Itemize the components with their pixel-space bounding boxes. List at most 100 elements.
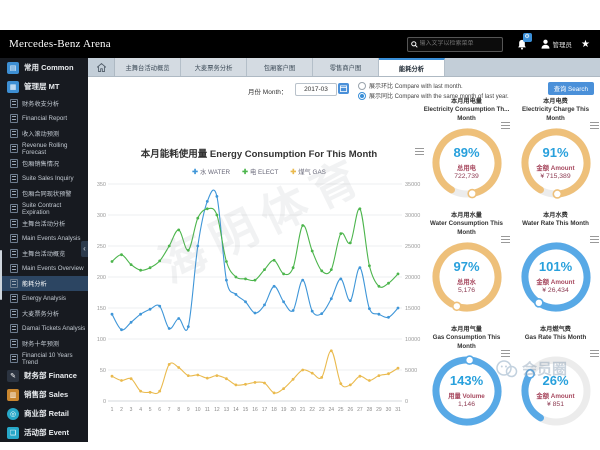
svg-text:200: 200 xyxy=(97,275,106,281)
svg-text:11: 11 xyxy=(205,407,210,413)
sidebar-item-Suite Sales Inquiry[interactable]: Suite Sales Inquiry xyxy=(0,171,88,186)
global-search[interactable] xyxy=(407,37,503,52)
tab-包厢客户图[interactable]: 包厢客户图 xyxy=(247,58,313,76)
tab-能耗分析[interactable]: 能耗分析 xyxy=(379,58,445,76)
gauge-dial: 89%总用电722,739 xyxy=(428,124,506,202)
sidebar-item-财务十年预测[interactable]: 财务十年预测 xyxy=(0,336,88,351)
document-icon xyxy=(10,99,18,108)
svg-text:21: 21 xyxy=(300,407,306,413)
sidebar-item-label: Energy Analysis xyxy=(22,295,66,302)
legend-item-煤气 GAS[interactable]: ✚煤气 GAS xyxy=(290,167,326,176)
sidebar-scrollbar[interactable] xyxy=(0,250,2,300)
sidebar-item-Energy Analysis[interactable]: Energy Analysis xyxy=(0,291,88,306)
svg-text:30000: 30000 xyxy=(405,213,420,219)
svg-text:13: 13 xyxy=(224,407,230,413)
notification-badge: ⚙ xyxy=(523,33,532,42)
sidebar-section-销售部 Sales[interactable]: ▥销售部 Sales xyxy=(0,385,88,404)
top-bar: Mercedes-Benz Arena ⚙ 管理员 xyxy=(0,30,600,58)
svg-text:1: 1 xyxy=(111,407,114,413)
sidebar-item-label: Suite Contract Expiration xyxy=(22,202,88,216)
document-icon xyxy=(10,144,18,153)
gauge-menu-icon[interactable] xyxy=(590,236,599,243)
tab-大麦票务分析[interactable]: 大麦票务分析 xyxy=(181,58,247,76)
sidebar-item-Financial Report[interactable]: Financial Report xyxy=(0,111,88,126)
document-icon xyxy=(10,114,18,123)
svg-text:15000: 15000 xyxy=(405,306,420,312)
svg-text:5000: 5000 xyxy=(405,368,417,374)
sidebar-item-label: 财务十年预测 xyxy=(22,339,59,348)
sidebar-item-主舞台活动分析[interactable]: 主舞台活动分析 xyxy=(0,216,88,231)
gauge-dial: 91%金额 Amount¥ 715,389 xyxy=(517,124,595,202)
document-icon xyxy=(10,219,18,228)
month-label: 月份 Month： xyxy=(248,86,287,96)
document-icon xyxy=(10,129,18,138)
gauge-menu-icon[interactable] xyxy=(501,350,510,357)
gauge-2: 本月用水量Water Consumption ThisMonth97%总用水5,… xyxy=(422,212,511,326)
svg-text:10: 10 xyxy=(195,407,201,413)
sidebar-item-财务收支分析[interactable]: 财务收支分析 xyxy=(0,96,88,111)
svg-text:17: 17 xyxy=(262,407,268,413)
sidebar-item-Damai Tickets Analysis[interactable]: Damai Tickets Analysis xyxy=(0,321,88,336)
sidebar-item-包厢合同现状预警[interactable]: 包厢合同现状预警 xyxy=(0,186,88,201)
svg-text:50: 50 xyxy=(100,368,106,374)
search-button[interactable]: 查询 Search xyxy=(548,82,594,95)
chart-legend: ✚水 WATER ✚电 ELECT ✚煤气 GAS xyxy=(92,167,426,176)
legend-marker-icon: ✚ xyxy=(192,169,198,176)
sidebar-item-label: Main Events Analysis xyxy=(22,235,80,242)
event-icon: ❑ xyxy=(7,427,19,439)
tab-主舞台活动概览[interactable]: 主舞台活动概览 xyxy=(115,58,181,76)
sidebar-item-label: Financial Report xyxy=(22,115,67,122)
energy-chart-panel: 本月能耗使用量 Energy Consumption For This Mont… xyxy=(92,104,426,440)
radio-compare-last-month[interactable]: 展示环比 Compare with last month. xyxy=(358,81,463,90)
svg-text:29: 29 xyxy=(376,407,382,413)
retail-icon: ◎ xyxy=(7,408,19,420)
svg-text:26: 26 xyxy=(348,407,354,413)
search-input[interactable] xyxy=(418,40,499,48)
chart-svg: 0050500010010000150150002002000025025000… xyxy=(92,178,426,420)
gauge-menu-icon[interactable] xyxy=(501,236,510,243)
legend-item-水 WATER[interactable]: ✚水 WATER xyxy=(192,167,230,176)
sidebar-item-Main Events Overview[interactable]: Main Events Overview xyxy=(0,261,88,276)
sidebar-section-管理层 MT[interactable]: ▦管理层 MT xyxy=(0,77,88,96)
sidebar-item-Suite Contract Expiration[interactable]: Suite Contract Expiration xyxy=(0,201,88,216)
tab-零售商户图[interactable]: 零售商户图 xyxy=(313,58,379,76)
sidebar-collapse-handle[interactable]: ‹ xyxy=(81,241,88,257)
sidebar-item-主舞台活动概览[interactable]: 主舞台活动概览 xyxy=(0,246,88,261)
svg-text:20: 20 xyxy=(290,407,296,413)
sidebar-item-Revenue Rolling Forecast[interactable]: Revenue Rolling Forecast xyxy=(0,141,88,156)
sidebar-item-能耗分析[interactable]: 能耗分析 xyxy=(0,276,88,291)
document-icon xyxy=(10,354,18,363)
search-icon xyxy=(411,41,418,48)
sidebar-item-Main Events Analysis[interactable]: Main Events Analysis xyxy=(0,231,88,246)
legend-marker-icon: ✚ xyxy=(290,169,296,176)
gauge-0: 本月用电量Electricity Consumption Th...Month8… xyxy=(422,98,511,212)
sidebar-item-label: 主舞台活动概览 xyxy=(22,249,65,258)
tabs: 主舞台活动概览大麦票务分析包厢客户图零售商户图能耗分析 xyxy=(115,58,445,76)
gauge-menu-icon[interactable] xyxy=(590,350,599,357)
calendar-icon[interactable] xyxy=(338,83,349,94)
sidebar-item-label: 能耗分析 xyxy=(22,279,47,288)
sidebar-section-常用 Common[interactable]: ▤常用 Common xyxy=(0,58,88,77)
sidebar-section-商业部 Retail[interactable]: ◎商业部 Retail xyxy=(0,404,88,423)
gauge-title: 本月燃气费Gas Rate This Month xyxy=(525,326,587,352)
sidebar-section-财务部 Finance[interactable]: ✎财务部 Finance xyxy=(0,366,88,385)
sidebar-item-收入滚动预测[interactable]: 收入滚动预测 xyxy=(0,126,88,141)
legend-item-电 ELECT[interactable]: ✚电 ELECT xyxy=(242,167,278,176)
tab-home[interactable] xyxy=(88,58,115,76)
notifications[interactable]: ⚙ xyxy=(517,39,532,50)
user-menu[interactable]: 管理员 xyxy=(541,39,573,49)
sidebar-item-包厢销售情况[interactable]: 包厢销售情况 xyxy=(0,156,88,171)
svg-text:12: 12 xyxy=(214,407,220,413)
gauge-menu-icon[interactable] xyxy=(501,122,510,129)
sidebar-section-活动部 Event[interactable]: ❑活动部 Event xyxy=(0,423,88,442)
gauge-title: 本月水费Water Rate This Month xyxy=(522,212,589,238)
sidebar-item-大麦票务分析[interactable]: 大麦票务分析 xyxy=(0,306,88,321)
favorites-star-icon[interactable]: ★ xyxy=(581,39,590,50)
gauge-menu-icon[interactable] xyxy=(590,122,599,129)
sidebar-item-Financial 10 Years Trend[interactable]: Financial 10 Years Trend xyxy=(0,351,88,366)
sidebar-item-label: Main Events Overview xyxy=(22,265,84,272)
gauge-title: 本月用电量Electricity Consumption Th...Month xyxy=(424,98,510,124)
month-input[interactable]: 2017-03 xyxy=(295,83,337,96)
gauge-dial: 97%总用水5,176 xyxy=(428,238,506,316)
svg-text:300: 300 xyxy=(97,213,106,219)
